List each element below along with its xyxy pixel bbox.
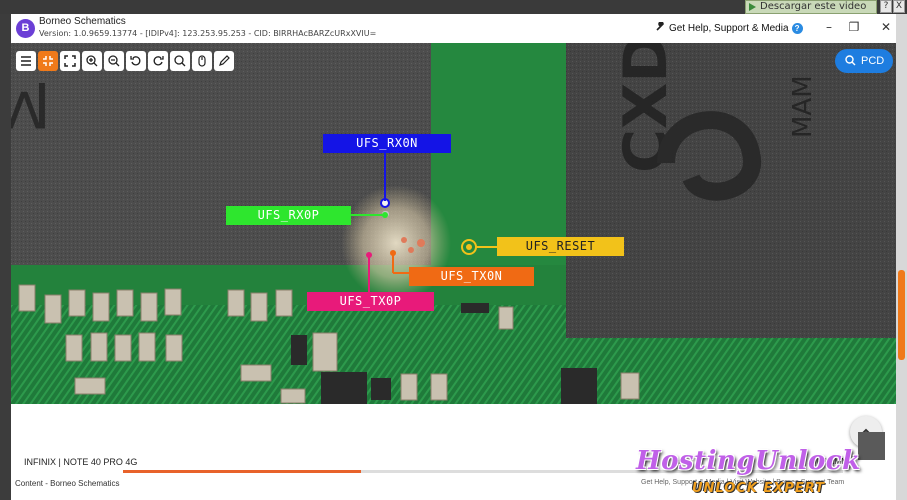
viewer-toolbar: [16, 51, 234, 71]
device-name: INFINIX | NOTE 40 PRO 4G: [24, 457, 138, 467]
close-window-button[interactable]: ✕: [875, 19, 897, 35]
minimize-button[interactable]: –: [818, 19, 840, 35]
search-icon[interactable]: [170, 51, 190, 71]
search-icon: [845, 55, 856, 66]
memory-marking-2: MAM: [788, 75, 818, 138]
expand-icon[interactable]: [60, 51, 80, 71]
cpu-marking: MEDIATEK: [11, 68, 51, 141]
app-version: Version: 1.0.9659.13774 - [IDIPv4]: 123.…: [39, 29, 377, 38]
signal-tag-ufs-rx0p[interactable]: UFS_RX0P: [226, 206, 351, 225]
progress-fill: [123, 470, 361, 473]
help-support-label: Get Help, Support & Media: [669, 23, 789, 34]
download-video-button[interactable]: Descargar este video: [745, 0, 877, 14]
scrollbar-thumb[interactable]: [898, 270, 905, 360]
watermark-top-text: HostingUnlock: [636, 446, 861, 476]
mouse-icon[interactable]: [192, 51, 212, 71]
pcb-viewport[interactable]: MEDIATEK CXDB6 MAM: [11, 43, 896, 404]
app-logo: B: [16, 19, 35, 38]
help-support-link[interactable]: Get Help, Support & Media?: [655, 22, 803, 34]
collapse-icon[interactable]: [38, 51, 58, 71]
overlay-help-button[interactable]: ?: [880, 0, 892, 13]
zoom-out-icon[interactable]: [104, 51, 124, 71]
content-label: Content - Borneo Schematics: [15, 479, 120, 488]
signal-tag-ufs-reset[interactable]: UFS_RESET: [497, 237, 624, 256]
zoom-in-icon[interactable]: [82, 51, 102, 71]
title-bar: B Borneo Schematics Version: 1.0.9659.13…: [11, 14, 896, 43]
outer-scrollbar[interactable]: [896, 14, 907, 500]
pcb-board-image: MEDIATEK CXDB6 MAM: [11, 43, 896, 404]
app-window: B Borneo Schematics Version: 1.0.9659.13…: [11, 14, 896, 500]
help-question-icon: ?: [791, 23, 803, 34]
play-icon: [749, 3, 756, 11]
restore-button[interactable]: ❐: [843, 19, 865, 35]
list-icon[interactable]: [16, 51, 36, 71]
rotate-right-icon[interactable]: [148, 51, 168, 71]
app-title: Borneo Schematics: [39, 16, 126, 27]
overlay-close-button[interactable]: X: [893, 0, 905, 13]
watermark-logo: HostingUnlock UNLOCK EXPERT: [636, 446, 898, 500]
signal-tag-ufs-tx0n[interactable]: UFS_TX0N: [409, 267, 534, 286]
rotate-left-icon[interactable]: [126, 51, 146, 71]
pcd-button[interactable]: PCD: [835, 49, 893, 73]
pen-icon[interactable]: [214, 51, 234, 71]
signal-tag-ufs-tx0p[interactable]: UFS_TX0P: [307, 292, 434, 311]
watermark-bottom-text: UNLOCK EXPERT: [692, 481, 826, 496]
pcd-label: PCD: [861, 55, 885, 67]
signal-tag-ufs-rx0n[interactable]: UFS_RX0N: [323, 134, 451, 153]
download-video-label: Descargar este video: [760, 1, 867, 12]
wrench-icon: [656, 22, 664, 31]
outer-left-edge: [0, 14, 11, 500]
